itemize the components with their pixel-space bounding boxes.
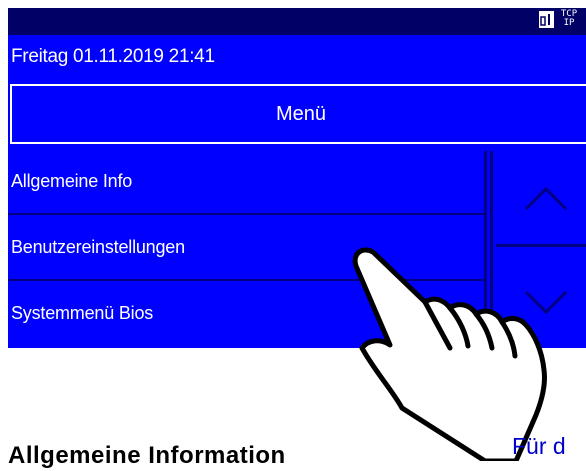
sd-card-icon bbox=[539, 10, 554, 28]
section-title: Allgemeine Information bbox=[8, 442, 286, 469]
tcp-ip-icon: TCP IP bbox=[558, 10, 580, 28]
pointing-hand-icon bbox=[352, 247, 547, 461]
datetime-display: Freitag 01.11.2019 21:41 bbox=[11, 46, 215, 67]
side-note-link[interactable]: Für d bbox=[512, 432, 566, 460]
status-icons: TCP IP bbox=[539, 10, 580, 28]
ip-label: IP bbox=[563, 18, 575, 28]
status-bar: TCP IP bbox=[8, 8, 586, 35]
menu-divider bbox=[8, 213, 484, 215]
menu-item-general-info[interactable]: Allgemeine Info bbox=[8, 151, 484, 211]
menu-title-button[interactable]: Menü bbox=[10, 84, 586, 144]
